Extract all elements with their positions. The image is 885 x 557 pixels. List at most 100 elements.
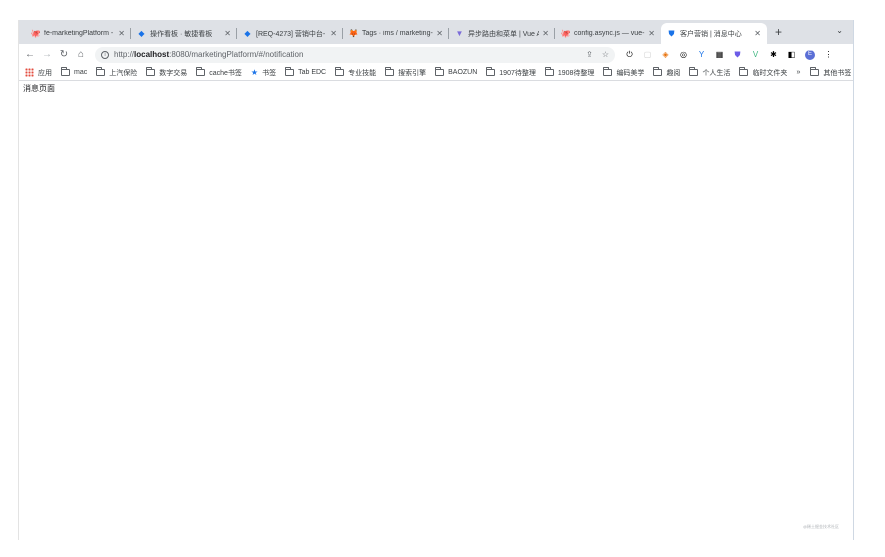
bookmark-label: 专业技能 xyxy=(348,69,377,77)
folder-icon xyxy=(435,67,445,76)
tab-title: 异步路由和菜单 | Vue Ad xyxy=(468,30,540,38)
bookmark-folder[interactable]: 编码美学 xyxy=(603,67,645,78)
page-content: 消息页面 @稀土掘金技术社区 xyxy=(19,81,853,540)
folder-icon xyxy=(739,67,749,76)
browser-toolbar: ← → ↻ ⌂ i http:// localhost :8080/market… xyxy=(19,44,853,65)
bookmark-label: mac xyxy=(74,69,88,76)
tab-title: 客户营销 | 消息中心 xyxy=(680,30,742,38)
bookmark-label: BAOZUN xyxy=(448,69,478,76)
close-icon[interactable]: ✕ xyxy=(436,29,443,38)
bookmark-label: 应用 xyxy=(38,69,52,77)
back-icon[interactable]: ← xyxy=(23,49,37,60)
github-icon: 🐙 xyxy=(560,29,571,38)
share-icon[interactable]: ⇪ xyxy=(586,50,593,59)
qr-code-icon[interactable]: ▦ xyxy=(715,50,724,59)
watermark: @稀土掘金技术社区 xyxy=(802,524,839,529)
vue-devtools-icon[interactable]: Y xyxy=(697,50,706,59)
bookmark-folder[interactable]: 数字交易 xyxy=(146,67,188,78)
close-icon[interactable]: ✕ xyxy=(330,29,337,38)
shield-icon: ⛊ xyxy=(668,29,675,38)
browser-window: 🐙 fe-marketingPlatform - ✕ ◆ 操作看板 · 敏捷看板… xyxy=(18,20,854,540)
tab-req[interactable]: ◆ [REQ-4273] 营销中台- ✕ xyxy=(237,23,343,44)
bookmark-folder[interactable]: 搜索引擎 xyxy=(385,67,427,78)
tab-config-async[interactable]: 🐙 config.async.js — vue- ✕ xyxy=(555,23,661,44)
reload-icon[interactable]: ↻ xyxy=(57,49,71,60)
close-icon[interactable]: ✕ xyxy=(118,29,125,38)
tab-fe-marketing[interactable]: 🐙 fe-marketingPlatform - ✕ xyxy=(25,23,131,44)
diamond-icon: ◆ xyxy=(138,29,145,38)
info-icon[interactable]: i xyxy=(101,50,109,59)
folder-icon xyxy=(285,67,295,76)
bookmark-label: 临时文件夹 xyxy=(752,69,788,77)
folder-icon xyxy=(61,67,70,76)
bookmarks-bar: 应用 mac 上汽保险 数字交易 cache书签 ★ 书签 Tab EDC 专业技… xyxy=(19,65,853,81)
folder-icon xyxy=(335,67,345,76)
gitlab-icon: 🦊 xyxy=(348,29,359,38)
bookmark-folder[interactable]: mac xyxy=(61,67,88,76)
apps-icon xyxy=(25,68,34,77)
address-bar[interactable]: i http:// localhost :8080/marketingPlatf… xyxy=(95,46,615,63)
bookmarks-right: » 其他书签 xyxy=(796,67,853,78)
bookmark-label: 编码美学 xyxy=(616,69,645,77)
vue-icon[interactable]: V xyxy=(751,50,760,59)
bookmark-label: 1907待整理 xyxy=(499,69,536,77)
bookmarks-overflow-button[interactable]: » xyxy=(796,69,800,76)
vue-icon: ▼ xyxy=(455,29,464,38)
bookmark-label: cache书签 xyxy=(209,69,242,77)
tab-title: 操作看板 · 敏捷看板 xyxy=(150,30,213,38)
close-icon[interactable]: ✕ xyxy=(648,29,655,38)
puzzle-icon[interactable]: ✱ xyxy=(769,50,778,59)
extension-icon[interactable]: ◈ xyxy=(661,50,670,59)
bookmark-folder[interactable]: 临时文件夹 xyxy=(739,67,788,78)
bookmark-item[interactable]: ★ 书签 xyxy=(251,68,276,78)
tab-kanban[interactable]: ◆ 操作看板 · 敏捷看板 ✕ xyxy=(131,23,237,44)
sidebar-icon[interactable]: ◧ xyxy=(787,50,796,59)
bookmark-label: Tab EDC xyxy=(298,69,327,76)
bookmark-folder[interactable]: 个人生活 xyxy=(689,67,731,78)
camera-icon[interactable]: ◎ xyxy=(679,50,688,59)
folder-icon xyxy=(689,67,699,76)
bookmark-folder[interactable]: 1908待整理 xyxy=(544,67,595,78)
tab-gitlab-tags[interactable]: 🦊 Tags · ims / marketing- ✕ xyxy=(343,23,449,44)
tab-title: fe-marketingPlatform - xyxy=(44,30,114,37)
github-icon: 🐙 xyxy=(30,29,41,38)
bookmark-folder[interactable]: Tab EDC xyxy=(285,67,327,76)
bookmark-label: 搜索引擎 xyxy=(398,69,427,77)
extension-icon[interactable]: ▢ xyxy=(643,50,652,59)
new-tab-button[interactable]: + xyxy=(775,23,782,44)
bookmark-label: 书签 xyxy=(262,69,277,77)
bookmark-folder[interactable]: BAOZUN xyxy=(435,67,478,76)
folder-icon xyxy=(486,67,496,76)
other-bookmarks[interactable]: 其他书签 xyxy=(810,67,851,78)
extension-icon[interactable]: ⏻ xyxy=(625,50,634,59)
bookmark-apps[interactable]: 应用 xyxy=(25,68,52,78)
bookmark-folder[interactable]: 1907待整理 xyxy=(486,67,536,78)
folder-icon xyxy=(146,67,156,76)
bookmark-label: 趣阅 xyxy=(666,69,681,77)
star-icon: ★ xyxy=(250,68,259,77)
bookmark-folder[interactable]: 上汽保险 xyxy=(96,67,137,78)
avatar[interactable]: E xyxy=(805,49,815,60)
bookmark-folder[interactable]: cache书签 xyxy=(196,67,242,78)
forward-icon[interactable]: → xyxy=(40,49,54,60)
folder-icon xyxy=(810,67,820,76)
tab-notification[interactable]: ⛊ 客户营销 | 消息中心 ✕ xyxy=(661,23,767,44)
chevron-down-icon[interactable]: ⌄ xyxy=(836,26,843,35)
close-icon[interactable]: ✕ xyxy=(224,29,231,38)
shield-icon[interactable]: ⛊ xyxy=(733,50,742,59)
bookmark-label: 数字交易 xyxy=(159,69,188,77)
tab-strip: 🐙 fe-marketingPlatform - ✕ ◆ 操作看板 · 敏捷看板… xyxy=(19,20,853,44)
bookmark-label: 1908待整理 xyxy=(557,69,595,77)
folder-icon xyxy=(196,67,206,76)
bookmark-folder[interactable]: 趣阅 xyxy=(653,67,681,78)
bookmark-folder[interactable]: 专业技能 xyxy=(335,67,377,78)
tab-vue-admin[interactable]: ▼ 异步路由和菜单 | Vue Ad ✕ xyxy=(449,23,555,44)
close-icon[interactable]: ✕ xyxy=(754,29,761,38)
tab-title: config.async.js — vue- xyxy=(574,30,645,37)
bookmark-star-icon[interactable]: ☆ xyxy=(602,50,609,59)
folder-icon xyxy=(385,67,395,76)
home-icon[interactable]: ⌂ xyxy=(74,49,88,60)
more-menu-icon[interactable]: ⋮ xyxy=(824,50,833,59)
close-icon[interactable]: ✕ xyxy=(542,29,549,38)
bookmark-label: 个人生活 xyxy=(702,69,731,77)
